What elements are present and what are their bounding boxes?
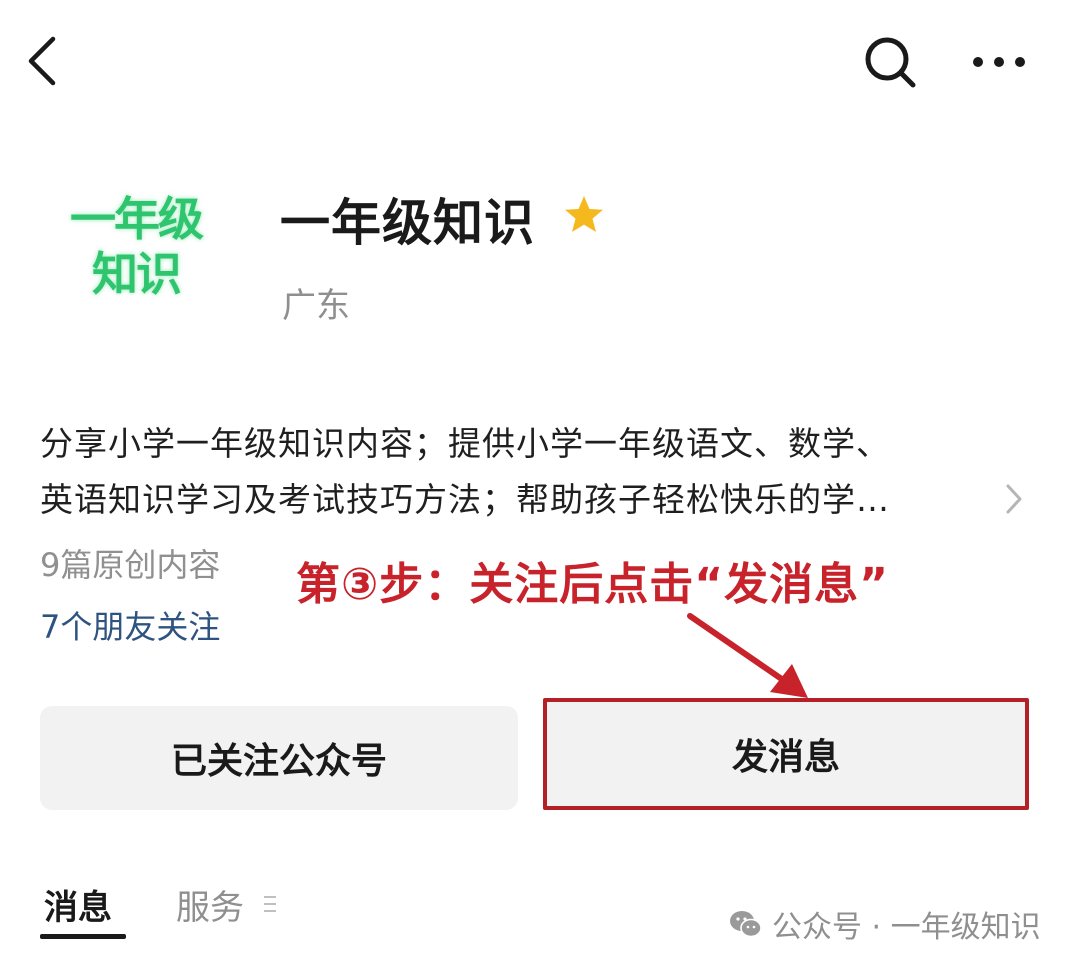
back-button[interactable]: [18, 30, 66, 92]
send-message-button[interactable]: 发消息: [543, 698, 1029, 810]
search-button[interactable]: [858, 30, 922, 94]
menu-lines-icon: [264, 896, 276, 912]
following-button[interactable]: 已关注公众号: [40, 706, 518, 810]
star-icon: [565, 196, 603, 232]
search-icon: [865, 37, 916, 88]
watermark: 公众号 · 一年级知识: [728, 902, 1041, 946]
account-avatar[interactable]: 一年级 知识: [50, 172, 222, 322]
tab-active-indicator: [40, 934, 126, 939]
more-horizontal-icon: [973, 57, 1025, 67]
wechat-icon: [730, 911, 762, 938]
avatar-text-line1: 一年级: [70, 192, 204, 247]
chevron-right-icon[interactable]: [1000, 482, 1028, 516]
avatar-text-line2: 知识: [92, 247, 182, 301]
tab-services[interactable]: 服务: [176, 880, 244, 929]
chevron-left-icon: [28, 36, 56, 86]
more-button[interactable]: [966, 36, 1032, 88]
tab-messages[interactable]: 消息: [44, 880, 112, 929]
description-line-1: 分享小学一年级知识内容；提供小学一年级语文、数学、: [40, 424, 890, 463]
annotation-arrow-icon: [687, 613, 808, 698]
account-description[interactable]: 分享小学一年级知识内容；提供小学一年级语文、数学、 英语知识学习及考试技巧方法；…: [40, 416, 1000, 528]
friends-following-link[interactable]: 7个朋友关注: [40, 602, 220, 648]
description-line-2: 英语知识学习及考试技巧方法；帮助孩子轻松快乐的学…: [40, 480, 890, 519]
account-location: 广东: [282, 286, 350, 326]
account-name: 一年级知识: [280, 194, 535, 252]
watermark-text: 公众号 · 一年级知识: [772, 910, 1041, 945]
original-content-count[interactable]: 9篇原创内容: [40, 540, 220, 586]
